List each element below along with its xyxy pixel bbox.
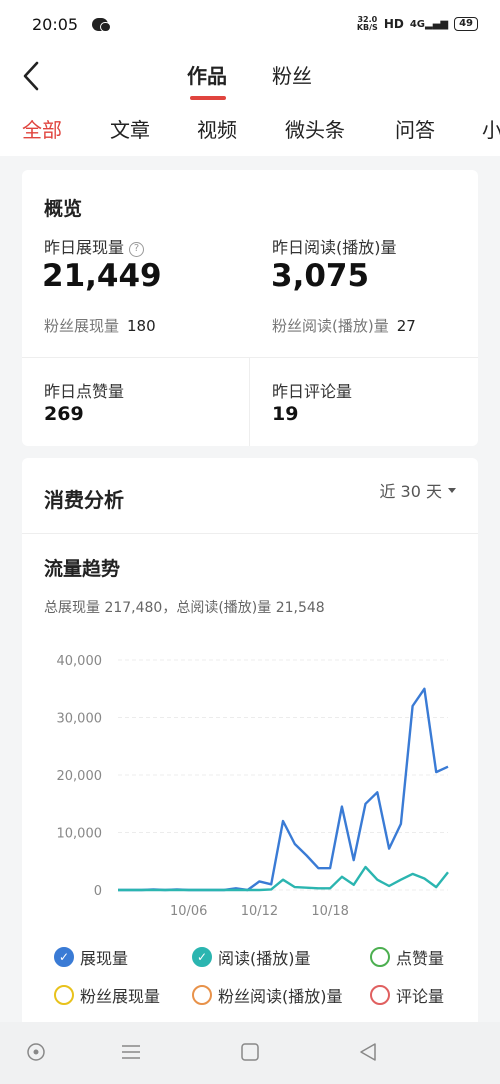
battery-icon: 49	[454, 17, 478, 31]
network-speed-unit: KB/S	[356, 23, 378, 32]
impressions-value: 21,449	[42, 258, 162, 294]
fan-impressions: 粉丝展现量 180	[44, 315, 156, 336]
y-tick-label: 30,000	[57, 712, 103, 727]
checkbox-checked-icon: ✓	[192, 947, 212, 967]
checkbox-unchecked-icon	[370, 985, 390, 1005]
legend-comments[interactable]: 评论量	[370, 983, 444, 1007]
battery-level: 49	[459, 18, 473, 29]
active-tab-indicator	[190, 96, 226, 100]
legend-impressions[interactable]: ✓ 展现量	[54, 945, 128, 969]
category-articles[interactable]: 文章	[110, 114, 150, 143]
wechat-notification-icon	[92, 17, 112, 32]
category-all[interactable]: 全部	[22, 114, 62, 143]
legend-likes[interactable]: 点赞量	[370, 945, 444, 969]
legend-reads-label: 阅读(播放)量	[218, 949, 311, 968]
x-tick-label: 10/06	[170, 904, 207, 918]
period-dropdown[interactable]: 近 30 天	[379, 478, 456, 502]
back-button[interactable]	[16, 58, 46, 94]
category-qa[interactable]: 问答	[395, 114, 435, 143]
checkbox-unchecked-icon	[370, 947, 390, 967]
category-micro-posts[interactable]: 微头条	[285, 114, 345, 143]
x-tick-label: 10/18	[311, 904, 348, 918]
y-tick-label: 40,000	[57, 654, 103, 669]
chart-svg: 40,000 30,000 20,000 10,000 0 10/06 10/12 10/18	[57, 654, 449, 918]
menu-icon[interactable]	[120, 1042, 142, 1062]
legend-fan-impressions-label: 粉丝展现量	[80, 987, 161, 1006]
tab-works[interactable]: 作品	[187, 60, 227, 89]
header: 作品 粉丝	[0, 48, 500, 106]
legend-fan-reads[interactable]: 粉丝阅读(播放)量	[192, 983, 343, 1007]
status-bar: 20:05 32.0 KB/S HD 4G▂▄▆ 49	[0, 0, 500, 48]
square-icon[interactable]	[240, 1042, 260, 1062]
series-line-0	[118, 687, 449, 892]
impressions-label-text: 昨日展现量	[44, 238, 125, 257]
period-label: 近 30 天	[379, 482, 442, 501]
legend-impressions-label: 展现量	[80, 949, 129, 968]
fan-impressions-value: 180	[127, 317, 156, 335]
home-circle-icon[interactable]	[26, 1042, 46, 1062]
comments-value: 19	[272, 403, 299, 425]
fan-impressions-label: 粉丝展现量	[44, 317, 120, 335]
help-icon[interactable]: ?	[129, 242, 145, 257]
legend-fan-impressions[interactable]: 粉丝展现量	[54, 983, 160, 1007]
fan-reads-value: 27	[396, 317, 416, 335]
checkbox-unchecked-icon	[54, 985, 74, 1005]
comments-label: 昨日评论量	[272, 382, 353, 401]
fan-reads-label: 粉丝阅读(播放)量	[272, 317, 389, 335]
y-tick-label: 0	[94, 884, 102, 899]
status-right: 32.0 KB/S HD 4G▂▄▆ 49	[357, 16, 478, 32]
y-tick-label: 20,000	[57, 769, 103, 784]
back-triangle-icon[interactable]	[358, 1042, 378, 1062]
caret-down-icon	[448, 487, 456, 493]
signal-icon: 4G▂▄▆	[409, 18, 449, 30]
legend-likes-label: 点赞量	[396, 949, 445, 968]
category-bar: 全部 文章 视频 微头条 问答 小	[0, 106, 500, 156]
traffic-trend-chart: 40,000 30,000 20,000 10,000 0 10/06 10/12 10/18	[22, 638, 478, 918]
divider	[22, 533, 478, 534]
analysis-title: 消费分析	[44, 488, 124, 512]
overview-card: 概览 昨日展现量? 21,449 粉丝展现量 180 昨日阅读(播放)量 3,07…	[22, 170, 478, 446]
legend-comments-label: 评论量	[396, 987, 445, 1006]
impressions-label: 昨日展现量?	[44, 234, 145, 258]
likes-label: 昨日点赞量	[44, 382, 125, 401]
y-tick-label: 10,000	[57, 827, 103, 842]
chevron-left-icon	[23, 61, 39, 91]
checkbox-checked-icon: ✓	[54, 947, 74, 967]
overview-title: 概览	[44, 198, 83, 220]
network-speed: 32.0 KB/S	[357, 16, 378, 32]
system-nav-bar	[0, 1022, 500, 1084]
legend-reads[interactable]: ✓ 阅读(播放)量	[192, 945, 311, 969]
likes-value: 269	[44, 403, 84, 425]
divider	[249, 358, 250, 446]
fan-reads: 粉丝阅读(播放)量 27	[272, 315, 416, 336]
category-more[interactable]: 小	[482, 114, 500, 143]
checkbox-unchecked-icon	[192, 985, 212, 1005]
signal-label: 4G	[409, 18, 425, 30]
divider	[22, 357, 478, 358]
legend-fan-reads-label: 粉丝阅读(播放)量	[218, 987, 343, 1006]
reads-value: 3,075	[271, 258, 370, 294]
series-line-1	[118, 865, 449, 892]
trend-totals: 总展现量 217,480，总阅读(播放)量 21,548	[44, 600, 325, 616]
hd-indicator: HD	[383, 17, 404, 31]
tab-fans[interactable]: 粉丝	[272, 60, 312, 89]
reads-label: 昨日阅读(播放)量	[272, 238, 397, 257]
trend-title: 流量趋势	[44, 558, 121, 580]
status-time: 20:05	[32, 14, 79, 34]
analysis-card: 消费分析 近 30 天 流量趋势 总展现量 217,480，总阅读(播放)量 2…	[22, 458, 478, 1028]
category-videos[interactable]: 视频	[197, 114, 237, 143]
x-tick-label: 10/12	[241, 904, 278, 918]
